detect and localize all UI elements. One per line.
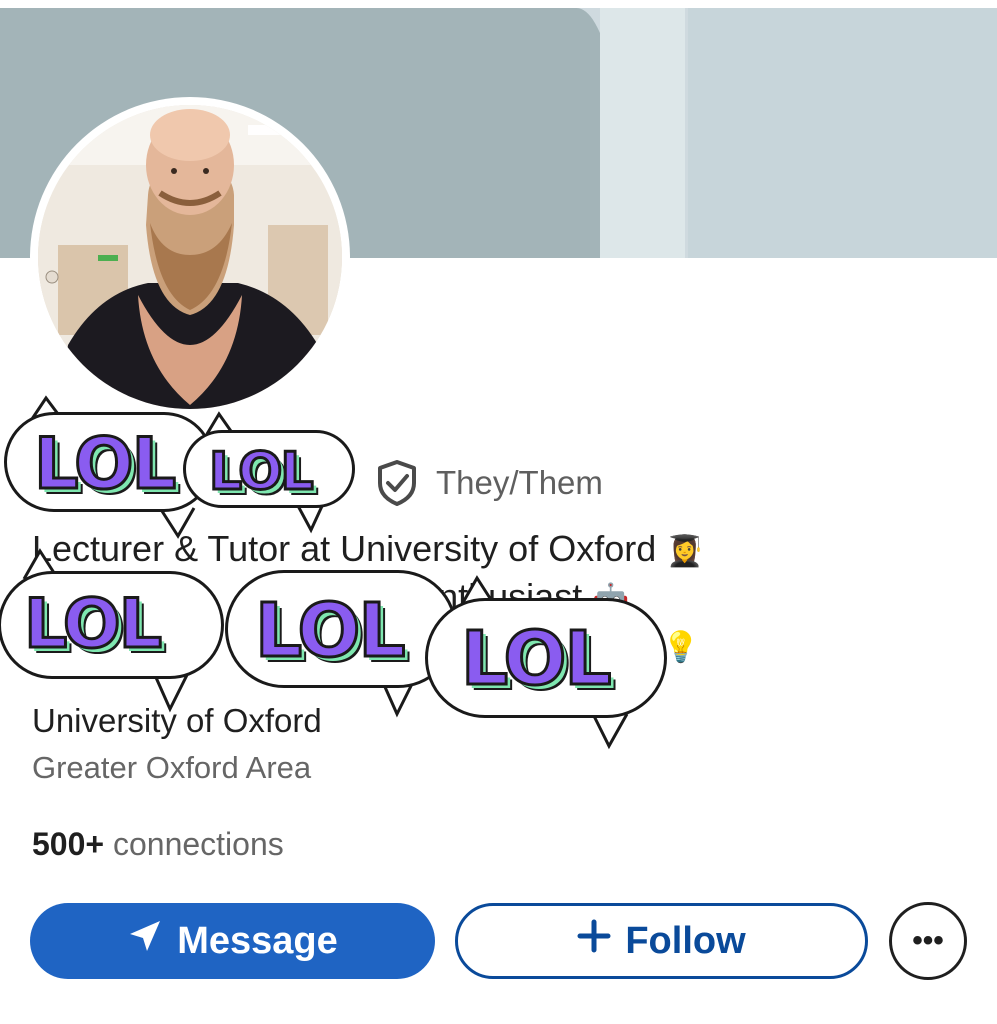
message-button[interactable]: Message: [30, 903, 435, 979]
send-icon: [127, 918, 163, 964]
lol-text: LOL: [254, 587, 408, 676]
follow-label: Follow: [625, 919, 746, 962]
lol-text: LOL: [22, 584, 163, 666]
follow-button[interactable]: Follow: [455, 903, 868, 979]
pronouns: They/Them: [436, 464, 603, 501]
location: Greater Oxford Area: [32, 750, 312, 785]
bubble-tail: [152, 672, 190, 713]
banner-shape-right: [688, 8, 997, 258]
bubble-tail: [295, 503, 325, 534]
banner-shape-mid: [600, 8, 685, 258]
more-horizontal-icon: •••: [912, 924, 944, 957]
lol-sticker-3: LOL: [0, 548, 226, 715]
bubble-tail: [591, 713, 629, 750]
connections-label: connections: [112, 826, 284, 862]
student-emoji: 👩‍🎓: [666, 534, 704, 569]
shield-check-icon[interactable]: [372, 458, 422, 508]
plus-icon: [577, 919, 611, 963]
connections-count: 500+: [32, 826, 105, 862]
lol-sticker-5: LOL: [425, 575, 669, 750]
message-label: Message: [177, 919, 338, 962]
avatar-photo: [38, 105, 342, 409]
connections-link[interactable]: 500+ connections: [32, 826, 284, 863]
lol-text: LOL: [208, 441, 316, 504]
more-options-button[interactable]: •••: [889, 902, 967, 980]
lol-text: LOL: [32, 422, 177, 507]
banner-top-strip: [0, 0, 997, 8]
lol-sticker-2: LOL: [183, 411, 355, 538]
profile-avatar[interactable]: [38, 105, 342, 409]
lol-text: LOL: [460, 615, 614, 704]
